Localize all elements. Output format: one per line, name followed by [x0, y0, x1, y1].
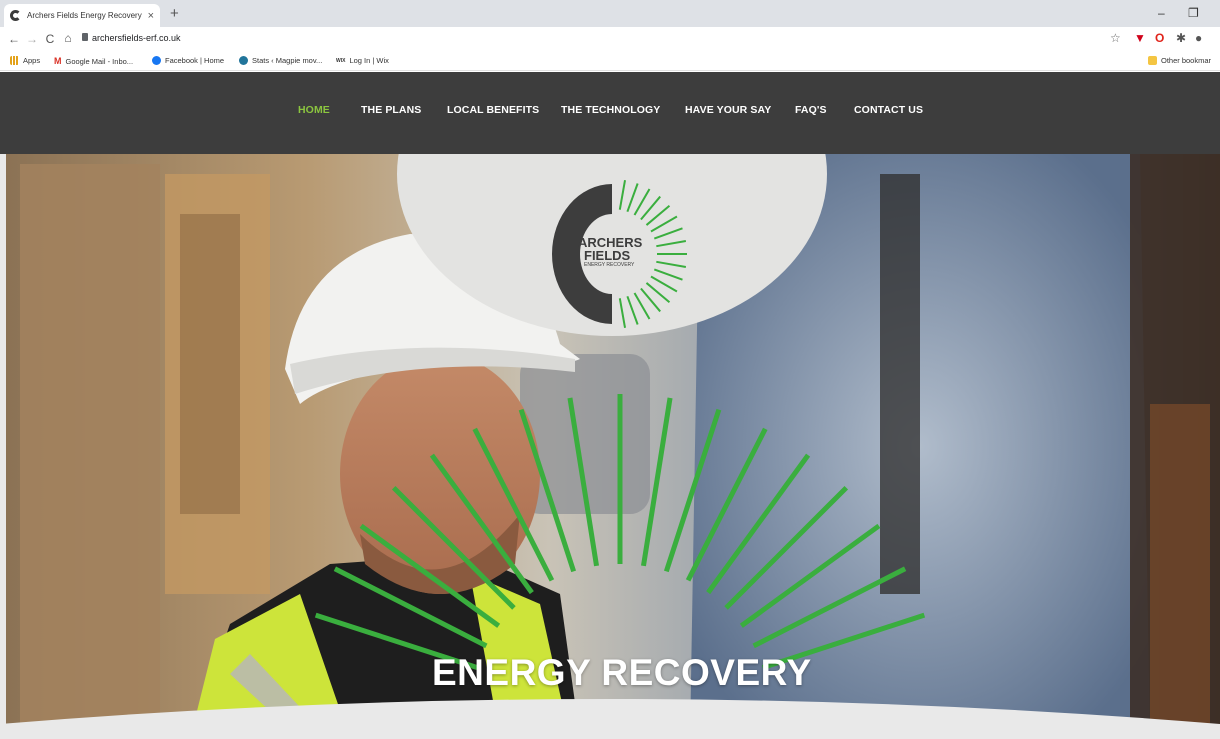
nav-local-benefits[interactable]: LOCAL BENEFITS: [447, 104, 539, 116]
extensions-puzzle-icon[interactable]: ✱: [1176, 31, 1186, 45]
bookmark-apps[interactable]: Apps: [10, 56, 40, 65]
opera-extension-icon[interactable]: O: [1155, 31, 1164, 45]
nav-home[interactable]: HOME: [298, 104, 330, 116]
minimize-icon[interactable]: –: [1158, 6, 1165, 20]
bookmark-star-icon[interactable]: ☆: [1110, 31, 1121, 45]
bookmark-label: Google Mail - Inbo...: [65, 56, 134, 66]
site-header-nav: HOME THE PLANS LOCAL BENEFITS THE TECHNO…: [0, 72, 1220, 154]
reload-icon[interactable]: C: [40, 32, 60, 46]
profile-avatar-icon[interactable]: ●: [1195, 31, 1202, 45]
nav-the-technology[interactable]: THE TECHNOLOGY: [561, 104, 660, 116]
nav-contact-us[interactable]: CONTACT US: [854, 104, 923, 116]
restore-window-icon[interactable]: ❐: [1188, 6, 1199, 20]
bookmark-label: Log In | Wix: [349, 56, 389, 65]
gmail-icon: M: [54, 56, 62, 66]
bookmark-label: Other bookmar: [1161, 56, 1212, 65]
url-field[interactable]: archersfields-erf.co.uk: [92, 33, 181, 43]
bookmark-stats[interactable]: Stats ‹ Magpie mov...: [239, 56, 322, 65]
wordpress-icon: [239, 56, 248, 65]
apps-icon: [10, 56, 19, 65]
wix-icon: WIX: [336, 57, 346, 64]
bookmark-facebook[interactable]: Facebook | Home: [152, 56, 224, 65]
folder-icon: [1148, 56, 1157, 65]
close-tab-icon[interactable]: ×: [148, 10, 154, 22]
bookmark-label: Stats ‹ Magpie mov...: [252, 56, 323, 65]
bookmark-label: Apps: [23, 56, 41, 65]
bookmark-label: Facebook | Home: [165, 56, 225, 65]
nav-faqs[interactable]: FAQ'S: [795, 104, 827, 116]
forward-arrow-icon[interactable]: →: [22, 32, 42, 46]
new-tab-button[interactable]: +: [170, 5, 179, 22]
tab-title: Archers Fields Energy Recovery -: [27, 11, 144, 20]
nav-have-your-say[interactable]: HAVE YOUR SAY: [685, 104, 771, 116]
home-icon[interactable]: ⌂: [58, 31, 78, 45]
lock-icon: [82, 33, 88, 41]
nav-the-plans[interactable]: THE PLANS: [361, 104, 421, 116]
vivaldi-extension-icon[interactable]: ▼: [1134, 31, 1146, 45]
website: HOME THE PLANS LOCAL BENEFITS THE TECHNO…: [0, 72, 1220, 739]
browser-tab-bar: Archers Fields Energy Recovery - × + – ❐: [0, 0, 1220, 27]
address-bar-row: ← → C ⌂ archersfields-erf.co.uk ☆ ▼ O ✱ …: [0, 27, 1220, 51]
hero-bottom-curve: [0, 154, 1220, 739]
bookmark-gmail[interactable]: M Google Mail - Inbo...: [54, 56, 133, 66]
bookmarks-bar: Apps M Google Mail - Inbo... Facebook | …: [0, 51, 1220, 71]
site-favicon-icon: [10, 10, 21, 21]
browser-tab[interactable]: Archers Fields Energy Recovery - ×: [4, 4, 160, 27]
hero-banner: ARCHERS FIELDS ENERGY RECOVERY ENERGY RE…: [0, 154, 1220, 739]
bookmark-wix[interactable]: WIX Log In | Wix: [336, 56, 389, 65]
facebook-icon: [152, 56, 161, 65]
back-arrow-icon[interactable]: ←: [4, 32, 24, 46]
other-bookmarks[interactable]: Other bookmar: [1148, 56, 1211, 65]
